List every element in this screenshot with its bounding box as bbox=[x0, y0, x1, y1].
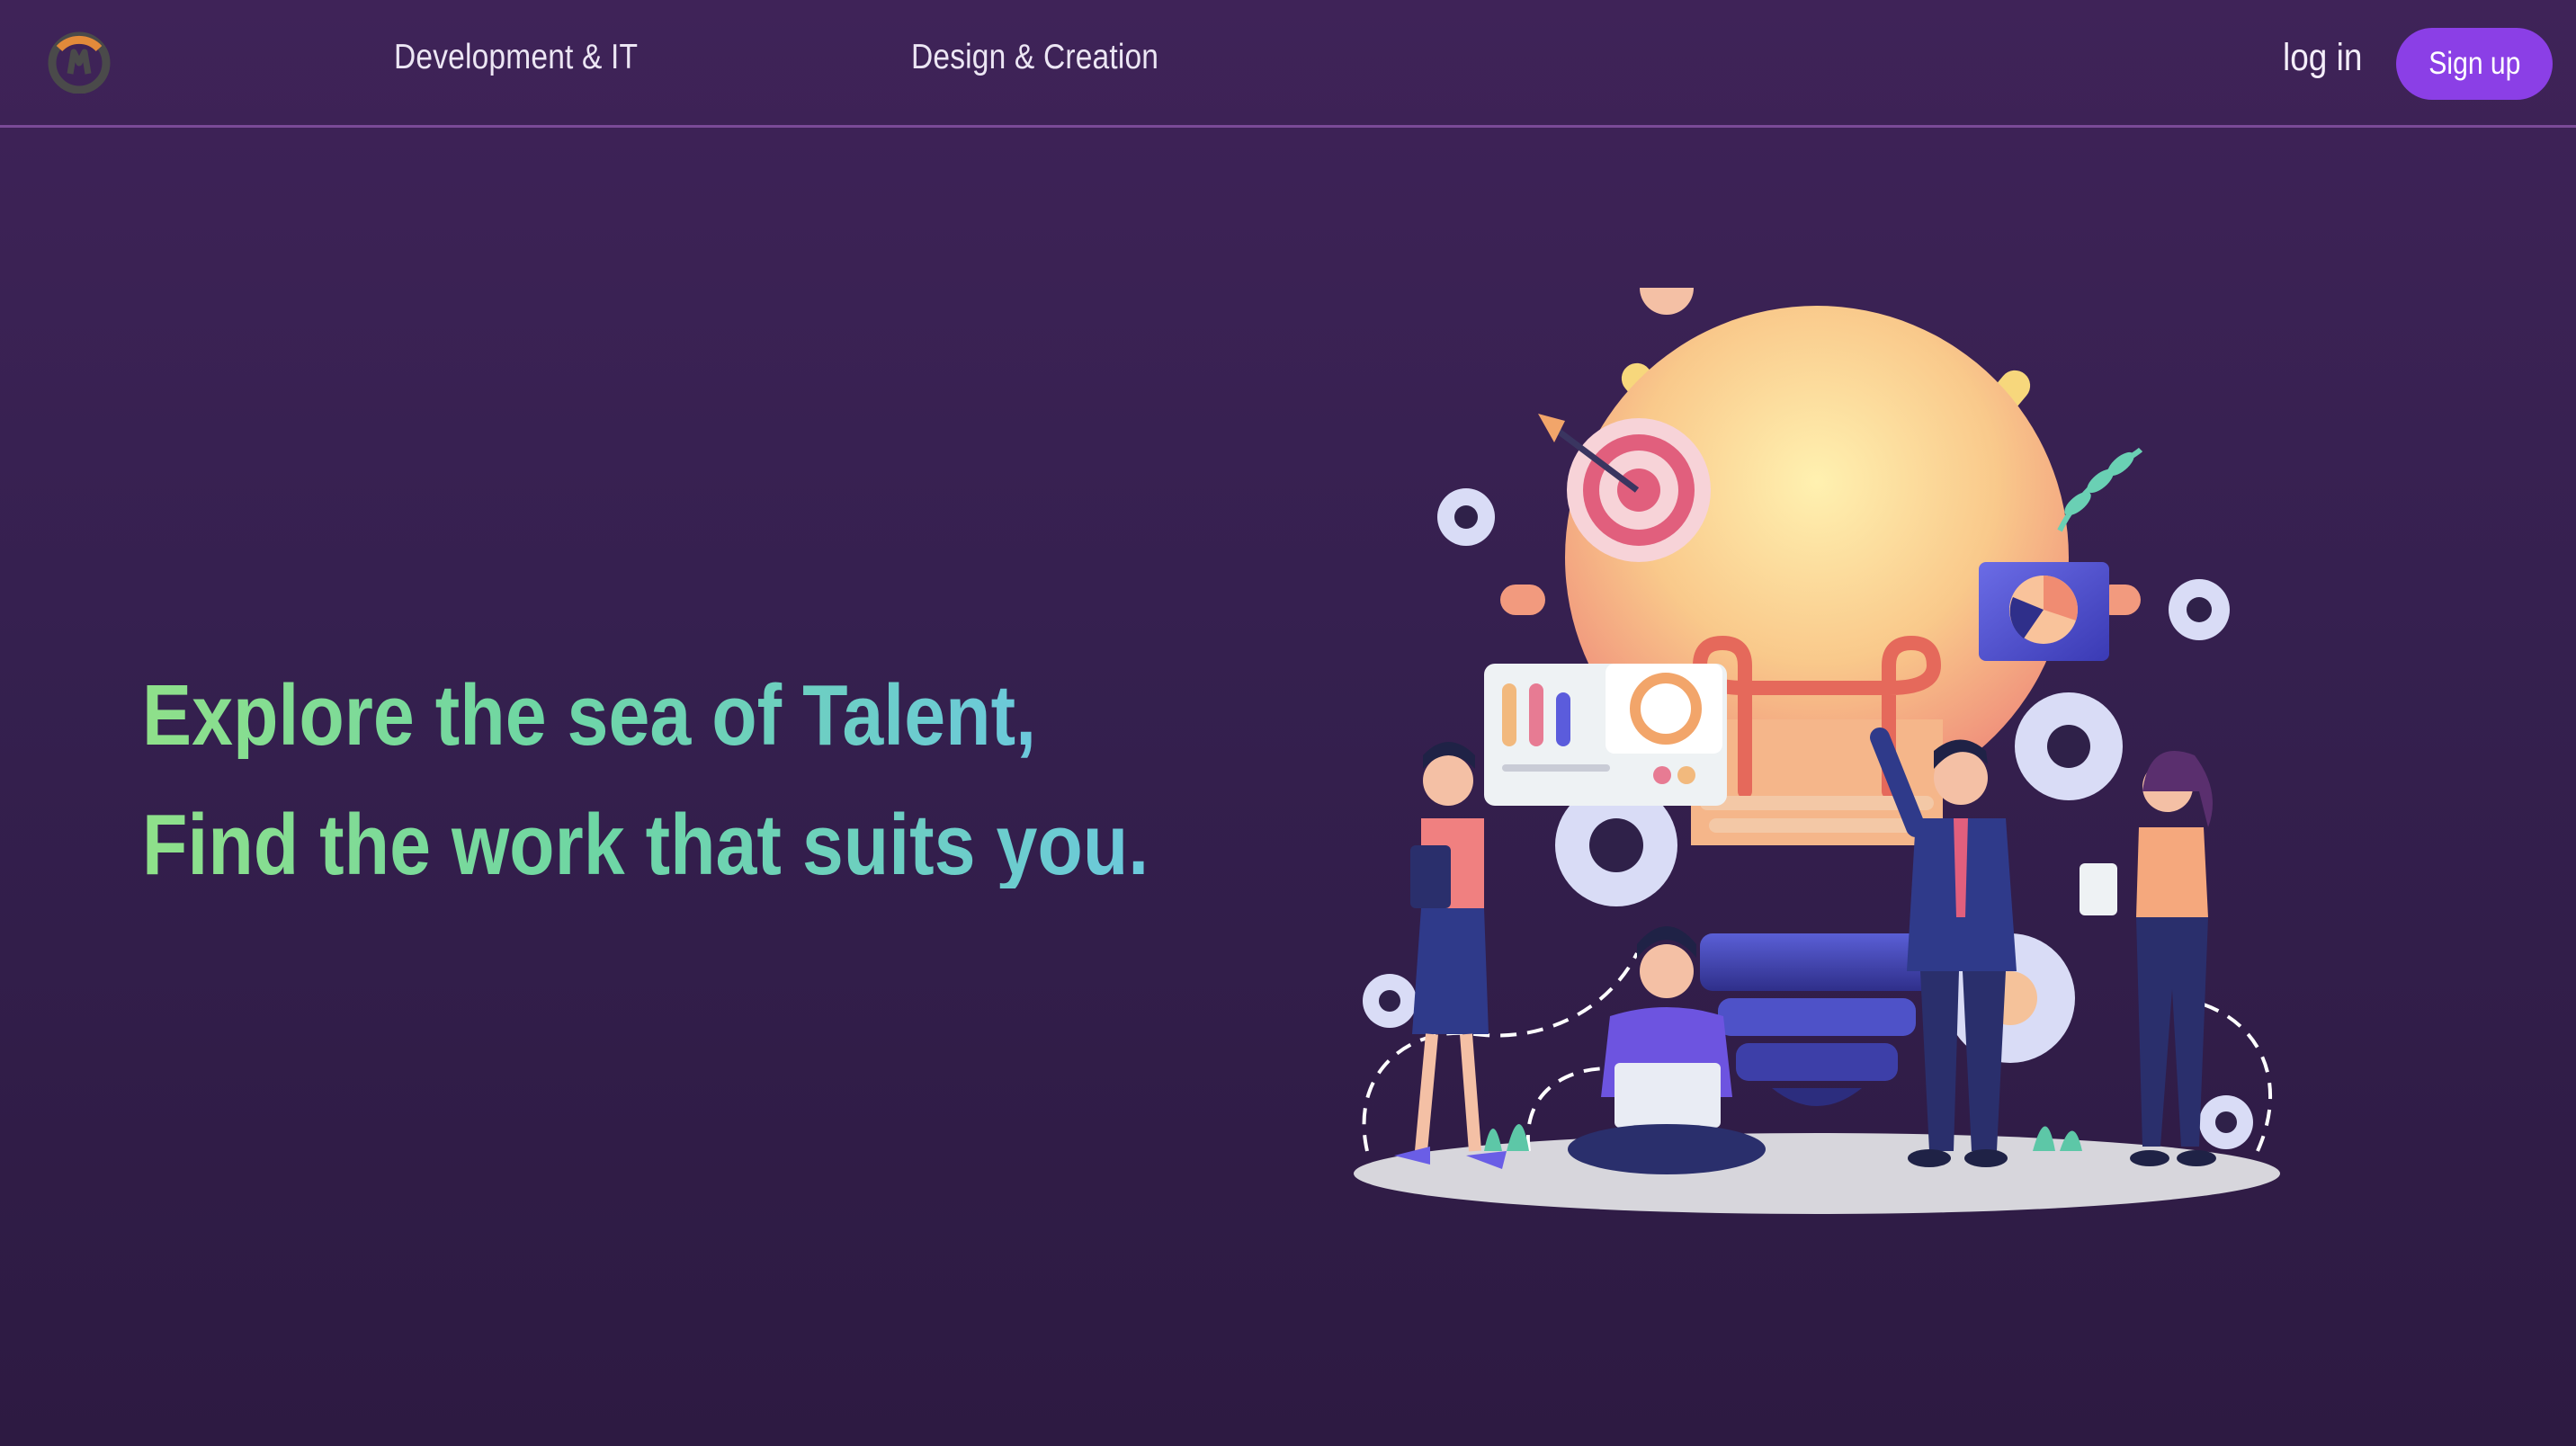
hero-headline-line-2: Find the work that suits you. bbox=[142, 797, 1149, 893]
hero-headline-line-1: Explore the sea of Talent, bbox=[142, 667, 1037, 763]
top-navbar: Development & IT Design & Creation log i… bbox=[0, 0, 2576, 128]
logo-icon[interactable] bbox=[47, 29, 112, 94]
signup-button-label: Sign up bbox=[2428, 46, 2521, 81]
nav-link-design-creation[interactable]: Design & Creation bbox=[911, 38, 1158, 77]
nav-link-development-it[interactable]: Development & IT bbox=[394, 38, 638, 77]
signup-button[interactable]: Sign up bbox=[2396, 28, 2553, 100]
login-link[interactable]: log in bbox=[2283, 36, 2362, 80]
team-ideas-illustration bbox=[1354, 288, 2280, 1214]
